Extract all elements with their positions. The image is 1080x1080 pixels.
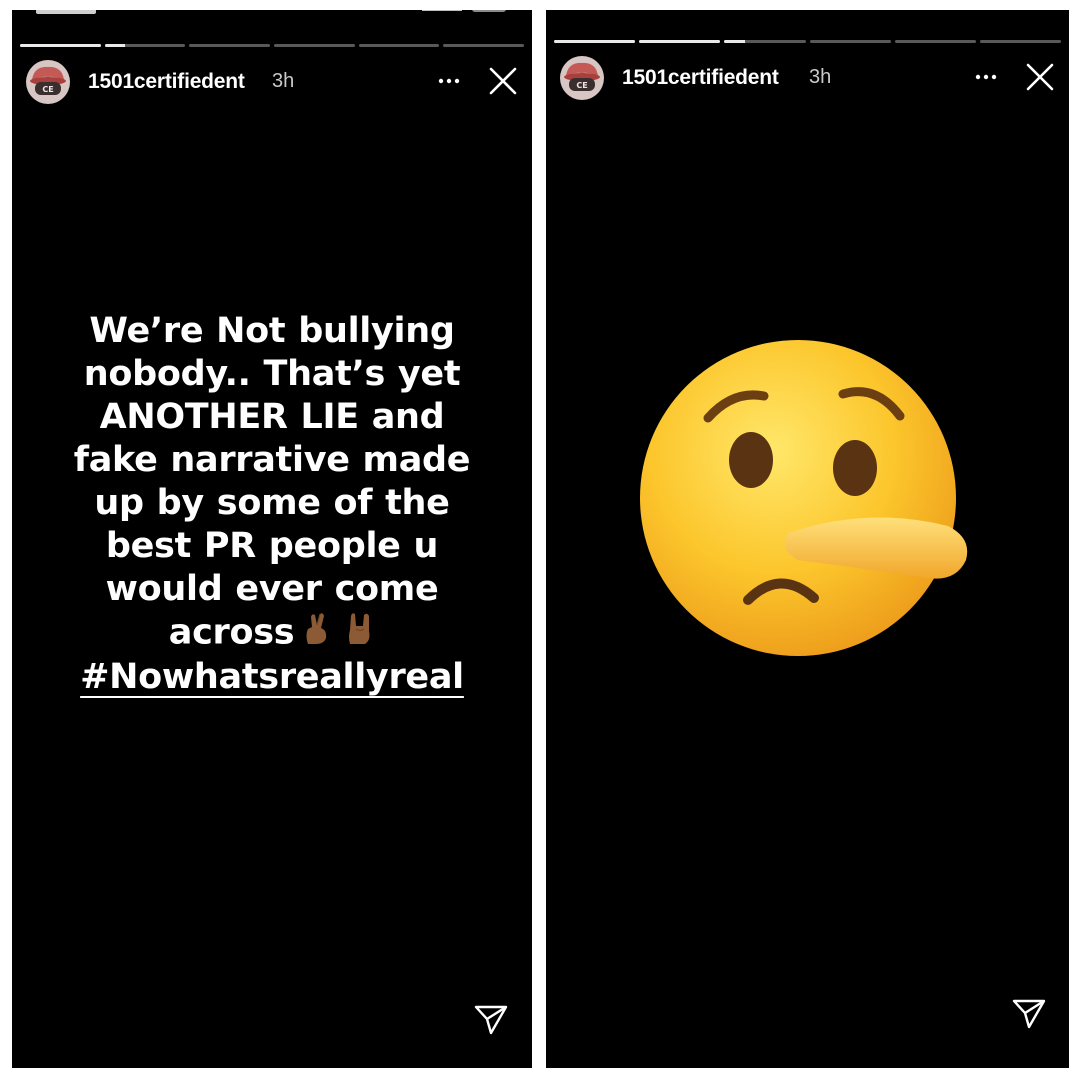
story-panel-right[interactable]: CE 1501certifiedent 3h: [546, 10, 1069, 1068]
progress-fill: [639, 40, 721, 43]
progress-segment: [979, 40, 1062, 43]
story-panel-left[interactable]: CE 1501certifiedent 3h We’re Not bullyin…: [12, 10, 532, 1068]
progress-fill: [554, 40, 636, 43]
caption-line: best PR people u: [105, 526, 439, 566]
send-direct-icon[interactable]: [1010, 994, 1048, 1032]
progress-segment: [104, 44, 186, 47]
progress-segment: [189, 44, 271, 47]
username[interactable]: 1501certifiedent: [88, 70, 245, 94]
caption-line: fake narrative made: [73, 440, 471, 480]
story-timestamp: 3h: [272, 70, 295, 92]
progress-segment: [443, 44, 525, 47]
status-battery: [472, 10, 506, 12]
caption-line-with-emoji: across: [32, 611, 512, 656]
progress-segment: [554, 40, 636, 43]
caption-line: up by some of the: [94, 483, 450, 523]
profile-avatar[interactable]: CE: [560, 56, 604, 100]
progress-fill: [724, 40, 745, 43]
progress-segment: [639, 40, 721, 43]
progress-segment: [894, 40, 976, 43]
lying-face-emoji: [640, 340, 968, 656]
caption-line: across: [168, 612, 295, 653]
username[interactable]: 1501certifiedent: [622, 66, 779, 90]
caption-line: would ever come: [105, 569, 439, 609]
progress-segment: [358, 44, 440, 47]
progress-segment: [809, 40, 891, 43]
progress-segment: [274, 44, 355, 47]
send-direct-icon[interactable]: [472, 1000, 510, 1038]
progress-fill: [20, 44, 101, 47]
status-time: [36, 10, 96, 14]
profile-avatar[interactable]: CE: [26, 60, 70, 104]
caption-line: nobody.. That’s yet: [83, 354, 461, 394]
progress-fill: [104, 44, 125, 47]
svg-text:CE: CE: [576, 81, 587, 90]
caption-line: ANOTHER LIE and: [99, 397, 445, 437]
crossed-fingers-emoji: [306, 613, 327, 644]
hashtag-line: #Nowhatsreallyreal: [32, 656, 512, 699]
progress-segment: [20, 44, 101, 47]
more-dots-icon[interactable]: [434, 66, 464, 96]
hand-gesture-emojis: [302, 611, 375, 656]
progress-segment: [724, 40, 806, 43]
story-timestamp: 3h: [809, 66, 832, 88]
more-dots-icon[interactable]: [971, 62, 1001, 92]
status-signal: [422, 10, 462, 11]
close-x-icon[interactable]: [486, 64, 520, 98]
story-progress-bar: [20, 44, 525, 47]
story-caption: We’re Not bullying nobody.. That’s yet A…: [32, 310, 512, 699]
caption-line: We’re Not bullying: [89, 311, 455, 351]
story-header: CE 1501certifiedent 3h: [12, 56, 532, 106]
hashtag-link[interactable]: #Nowhatsreallyreal: [80, 656, 464, 699]
status-bar: [12, 10, 532, 16]
close-x-icon[interactable]: [1023, 60, 1057, 94]
story-progress-bar: [554, 40, 1062, 43]
story-header: CE 1501certifiedent 3h: [546, 52, 1069, 102]
svg-text:CE: CE: [42, 85, 53, 94]
sign-of-the-horns-emoji: [349, 613, 370, 644]
